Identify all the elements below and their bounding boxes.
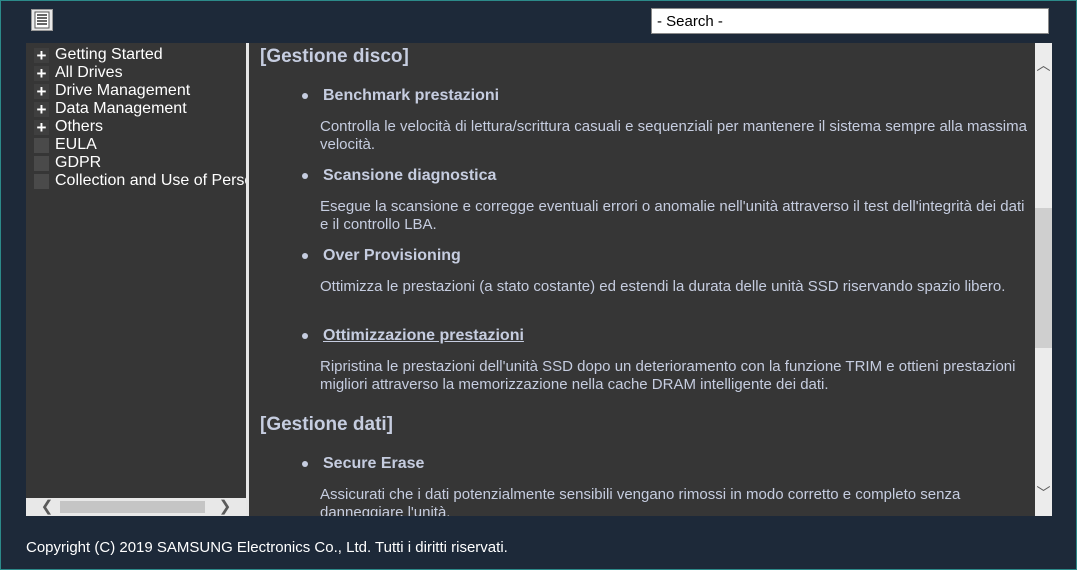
tree-horizontal-scrollbar[interactable]: ❮ ❯ xyxy=(26,498,246,516)
scroll-right-icon[interactable]: ❯ xyxy=(216,498,234,516)
tree-item-eula[interactable]: EULA xyxy=(34,136,246,154)
copyright-text: Copyright (C) 2019 SAMSUNG Electronics C… xyxy=(26,539,508,556)
scroll-up-icon[interactable]: ︿ xyxy=(1035,57,1052,74)
tree-item-all-drives[interactable]: + All Drives xyxy=(34,64,246,82)
scrollbar-thumb[interactable] xyxy=(60,501,205,513)
section-heading-gestione-dati: [Gestione dati] xyxy=(260,414,394,435)
page-icon xyxy=(34,137,49,153)
tree-item-personal-information[interactable]: Collection and Use of Personal Informati… xyxy=(34,172,246,190)
page-icon xyxy=(34,155,49,171)
item-title-secure-erase: Secure Erase xyxy=(323,455,425,472)
link-ottimizzazione-prestazioni[interactable]: Ottimizzazione prestazioni xyxy=(323,327,524,345)
help-content-pane: [Gestione disco] Benchmark prestazioni C… xyxy=(249,43,1035,516)
section-heading-gestione-disco: [Gestione disco] xyxy=(260,46,409,67)
tree-item-label: Collection and Use of Personal Informati… xyxy=(55,172,246,189)
expand-icon[interactable]: + xyxy=(34,101,49,118)
bullet-icon xyxy=(302,93,308,99)
tree-item-getting-started[interactable]: + Getting Started xyxy=(34,46,246,64)
expand-icon[interactable]: + xyxy=(34,65,49,82)
toc-toggle-button[interactable] xyxy=(31,9,53,31)
item-title-over-provisioning: Over Provisioning xyxy=(323,247,461,264)
tree-item-label: Data Management xyxy=(55,100,187,117)
item-desc-ottimizzazione: Ripristina le prestazioni dell'unità SSD… xyxy=(320,358,1016,393)
tree-item-others[interactable]: + Others xyxy=(34,118,246,136)
expand-icon[interactable]: + xyxy=(34,47,49,64)
content-vertical-scrollbar[interactable]: ︿ ﹀ xyxy=(1035,43,1052,516)
bullet-icon xyxy=(302,173,308,179)
tree-item-drive-management[interactable]: + Drive Management xyxy=(34,82,246,100)
tree-item-list: + Getting Started + All Drives + Drive M… xyxy=(34,46,246,190)
tree-item-data-management[interactable]: + Data Management xyxy=(34,100,246,118)
bullet-icon xyxy=(302,461,308,467)
scrollbar-thumb[interactable] xyxy=(1035,208,1052,348)
navigation-tree: + Getting Started + All Drives + Drive M… xyxy=(26,43,246,516)
item-desc-secure-erase: Assicurati che i dati potenzialmente sen… xyxy=(320,486,961,516)
item-title-benchmark: Benchmark prestazioni xyxy=(323,87,500,104)
tree-item-label: GDPR xyxy=(55,154,102,171)
page-icon xyxy=(34,173,49,189)
list-icon xyxy=(34,11,50,29)
scroll-down-icon[interactable]: ﹀ xyxy=(1035,485,1052,502)
search-input[interactable] xyxy=(651,8,1049,34)
tree-item-label: EULA xyxy=(55,136,97,153)
bullet-icon xyxy=(302,333,308,339)
tree-item-label: Getting Started xyxy=(55,46,163,63)
bullet-icon xyxy=(302,253,308,259)
item-desc-benchmark: Controlla le velocità di lettura/scrittu… xyxy=(320,118,1027,153)
item-desc-scansione: Esegue la scansione e corregge eventuali… xyxy=(320,198,1025,233)
item-title-scansione: Scansione diagnostica xyxy=(323,167,497,184)
tree-item-label: Others xyxy=(55,118,104,135)
item-desc-over-provisioning: Ottimizza le prestazioni (a stato costan… xyxy=(320,278,1006,295)
tree-item-label: Drive Management xyxy=(55,82,191,99)
expand-icon[interactable]: + xyxy=(34,83,49,100)
scroll-left-icon[interactable]: ❮ xyxy=(38,498,56,516)
expand-icon[interactable]: + xyxy=(34,119,49,136)
tree-item-gdpr[interactable]: GDPR xyxy=(34,154,246,172)
tree-item-label: All Drives xyxy=(55,64,123,81)
